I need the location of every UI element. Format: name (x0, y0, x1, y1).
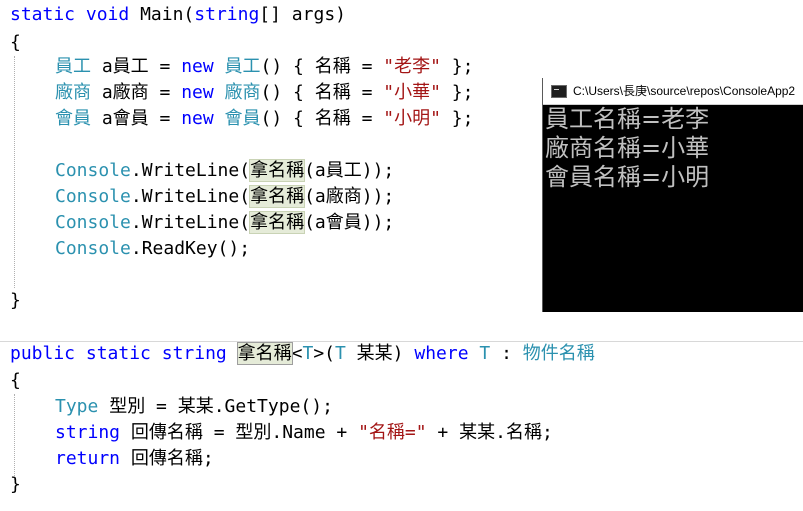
indent-guide (14, 394, 15, 480)
console-output-line: 會員名稱=小明 (545, 163, 710, 191)
keyword: string (55, 422, 121, 443)
args-text: (a廠商)); (304, 186, 395, 207)
console-title: C:\Users\長庚\source\repos\ConsoleApp2 (573, 84, 796, 98)
punct: >( (313, 343, 335, 364)
stmt-text: + 某某.名稱; (426, 422, 553, 443)
type-param: T (335, 343, 346, 364)
class-name: Console (55, 160, 131, 181)
console-window[interactable]: C:\Users\長庚\source\repos\ConsoleApp2 員工名… (542, 78, 803, 312)
type-name: 廠商 (224, 82, 261, 103)
init-text: () { 名稱 = (260, 82, 384, 103)
type-name: 員工 (55, 56, 91, 77)
punct: < (291, 343, 303, 364)
code-line-return[interactable]: return 回傳名稱; (55, 446, 214, 472)
stmt-text: 回傳名稱; (120, 448, 214, 469)
highlighted-method-ref: 拿名稱 (249, 185, 306, 208)
keyword: new (181, 82, 214, 103)
open-brace[interactable]: { (10, 30, 21, 56)
param-name: 某某) (345, 343, 415, 364)
type-name: Type (55, 396, 99, 417)
param-text: [] args) (259, 4, 346, 25)
type-name: 會員 (55, 108, 91, 129)
init-text: () { 名稱 = (260, 56, 384, 77)
var-text: a會員 = (91, 108, 182, 129)
method-name: Main( (129, 4, 195, 25)
type-name: 廠商 (55, 82, 91, 103)
var-text: a廠商 = (91, 82, 182, 103)
close-brace[interactable]: } (10, 288, 21, 314)
console-title-bar[interactable]: C:\Users\長庚\source\repos\ConsoleApp2 (543, 78, 803, 105)
method-signature-line[interactable]: public static string 拿名稱<T>(T 某某) where … (10, 341, 595, 367)
interface-name: 物件名稱 (522, 343, 595, 364)
keyword: string (194, 4, 260, 25)
keyword: void (85, 4, 130, 25)
keyword: new (181, 56, 214, 77)
stmt-text: 型別 = 某某.GetType(); (98, 396, 333, 417)
method-name-highlighted: 拿名稱 (236, 342, 293, 365)
type-name: 員工 (224, 56, 261, 77)
code-line-gettype[interactable]: Type 型別 = 某某.GetType(); (55, 394, 333, 420)
end-text: }; (440, 108, 474, 129)
string-literal: "小華" (383, 82, 441, 103)
code-line-writeline-1[interactable]: Console.WriteLine(拿名稱(a員工)); (55, 158, 394, 184)
keyword: return (55, 448, 121, 469)
args-text: (a員工)); (304, 160, 395, 181)
open-brace[interactable]: { (10, 368, 21, 394)
init-text: () { 名稱 = (260, 108, 384, 129)
var-text: a員工 = (91, 56, 182, 77)
class-name: Console (55, 238, 131, 259)
call-text: .ReadKey(); (130, 238, 251, 259)
call-text: .WriteLine( (130, 186, 251, 207)
console-output-line: 員工名稱=老李 (545, 105, 710, 133)
string-literal: "老李" (383, 56, 441, 77)
punct: : (490, 343, 523, 364)
keyword: public (10, 343, 76, 364)
class-name: Console (55, 186, 131, 207)
highlighted-method-ref: 拿名稱 (249, 159, 306, 182)
class-name: Console (55, 212, 131, 233)
stmt-text: 回傳名稱 = 型別.Name + (120, 422, 359, 443)
indent-guide (14, 56, 15, 288)
keyword: where (414, 343, 469, 364)
end-text: }; (440, 56, 474, 77)
keyword: static (10, 4, 76, 25)
code-line-decl-3[interactable]: 會員 a會員 = new 會員() { 名稱 = "小明" }; (55, 106, 473, 132)
string-literal: "小明" (383, 108, 441, 129)
type-name: 會員 (224, 108, 261, 129)
code-line-concat[interactable]: string 回傳名稱 = 型別.Name + "名稱=" + 某某.名稱; (55, 420, 553, 446)
code-line-readkey[interactable]: Console.ReadKey(); (55, 236, 250, 262)
keyword: new (181, 108, 214, 129)
string-literal: "名稱=" (358, 422, 427, 443)
code-line-writeline-2[interactable]: Console.WriteLine(拿名稱(a廠商)); (55, 184, 394, 210)
console-output-line: 廠商名稱=小華 (545, 134, 710, 162)
highlighted-method-ref: 拿名稱 (249, 211, 306, 234)
main-signature-line[interactable]: static void Main(string[] args) (10, 2, 346, 28)
call-text: .WriteLine( (130, 160, 251, 181)
end-text: }; (440, 82, 474, 103)
type-param: T (302, 343, 314, 364)
code-line-decl-2[interactable]: 廠商 a廠商 = new 廠商() { 名稱 = "小華" }; (55, 80, 473, 106)
keyword: string (161, 343, 227, 364)
code-line-writeline-3[interactable]: Console.WriteLine(拿名稱(a會員)); (55, 210, 394, 236)
args-text: (a會員)); (304, 212, 395, 233)
close-brace[interactable]: } (10, 472, 21, 498)
console-icon (551, 85, 567, 98)
code-line-decl-1[interactable]: 員工 a員工 = new 員工() { 名稱 = "老李" }; (55, 54, 473, 80)
type-param: T (479, 343, 491, 364)
keyword: static (85, 343, 151, 364)
call-text: .WriteLine( (130, 212, 251, 233)
